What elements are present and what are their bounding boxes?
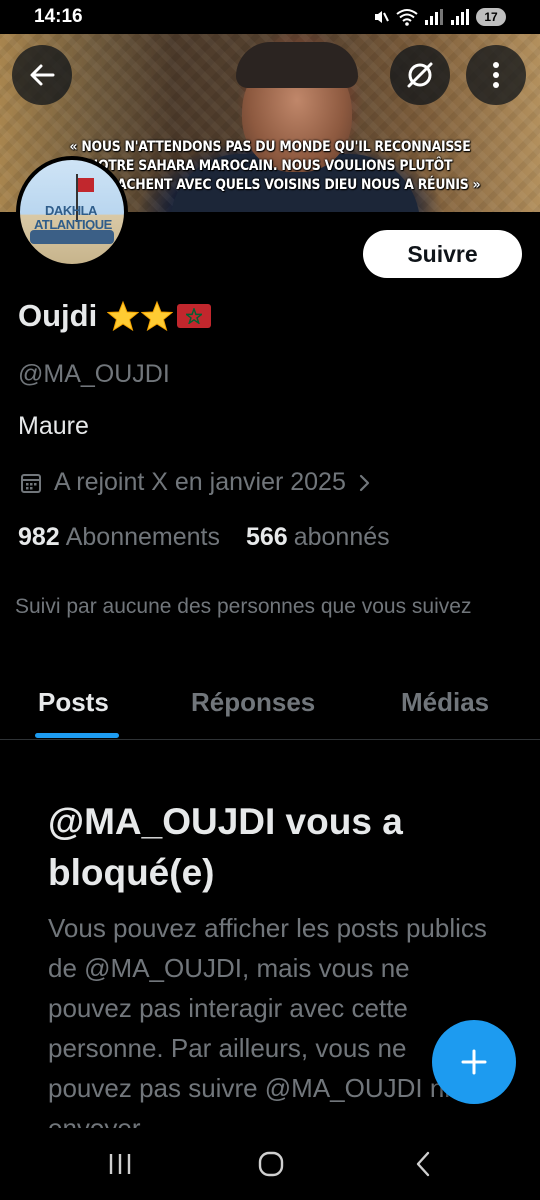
more-vertical-icon [493,62,499,88]
display-name: Oujdi [18,298,212,334]
star-icon [141,300,174,332]
following-label: Abonnements [65,523,220,551]
name-badges [107,300,212,332]
banner-figure-hair [236,42,358,88]
signal-icon-2 [451,9,469,25]
active-tab-indicator [35,733,119,738]
blocked-title: @MA_OUJDI vous a bloqué(e) [48,801,403,893]
followers-label: abonnés [293,523,390,551]
tab-replies[interactable]: Réponses [191,687,315,718]
recent-apps-button[interactable] [100,1148,140,1180]
home-circle-icon [258,1151,284,1177]
profile-stats: 982 Abonnements 566 abonnés [18,523,390,552]
recent-apps-icon [109,1154,131,1174]
joined-text: A rejoint X en janvier 2025 [54,468,346,496]
followed-by-text: Suivi par aucune des personnes que vous … [15,595,472,618]
star-icon [107,300,140,332]
profile-bio: Maure [18,412,89,440]
mute-icon [375,11,389,23]
status-icons: 17 [372,6,506,28]
calendar-icon [21,473,41,493]
wifi-icon [396,9,418,26]
back-button[interactable] [12,45,72,105]
followers-count: 566 [246,523,288,551]
display-name-text: Oujdi [18,298,98,333]
followers-link[interactable]: 566 abonnés [246,523,390,552]
more-options-button[interactable] [466,45,526,105]
avatar[interactable]: DAKHLA ATLANTIQUE [16,156,128,268]
chevron-left-icon [416,1151,430,1177]
avatar-sign-base [30,230,114,244]
morocco-flag-icon [177,304,212,328]
status-bar: 14:16 17 [0,0,540,34]
system-navigation-bar [0,1128,540,1200]
status-time: 14:16 [34,6,83,27]
following-link[interactable]: 982 Abonnements [18,523,220,552]
tab-posts[interactable]: Posts [38,687,109,718]
following-count: 982 [18,523,60,551]
chevron-right-icon [359,474,369,491]
battery-icon: 17 [476,8,506,26]
arrow-left-icon [30,64,55,86]
grok-icon [407,62,433,88]
compose-post-button[interactable] [432,1020,516,1104]
profile-tabs: Posts Réponses Médias [0,672,540,740]
banner-quote-line: « NOUS N'ATTENDONS PAS DU MONDE QU'IL RE… [69,139,471,155]
signal-icon [425,9,443,25]
plus-icon [461,1049,487,1075]
joined-date[interactable]: A rejoint X en janvier 2025 [20,468,372,497]
avatar-flag [78,178,94,192]
tab-media[interactable]: Médias [401,687,489,718]
system-back-button[interactable] [403,1148,443,1180]
home-button[interactable] [251,1148,291,1180]
grok-button[interactable] [390,45,450,105]
profile-handle: @MA_OUJDI [18,360,170,388]
follow-button[interactable]: Suivre [363,230,522,278]
blocked-body: Vous pouvez afficher les posts publics d… [48,913,487,1130]
